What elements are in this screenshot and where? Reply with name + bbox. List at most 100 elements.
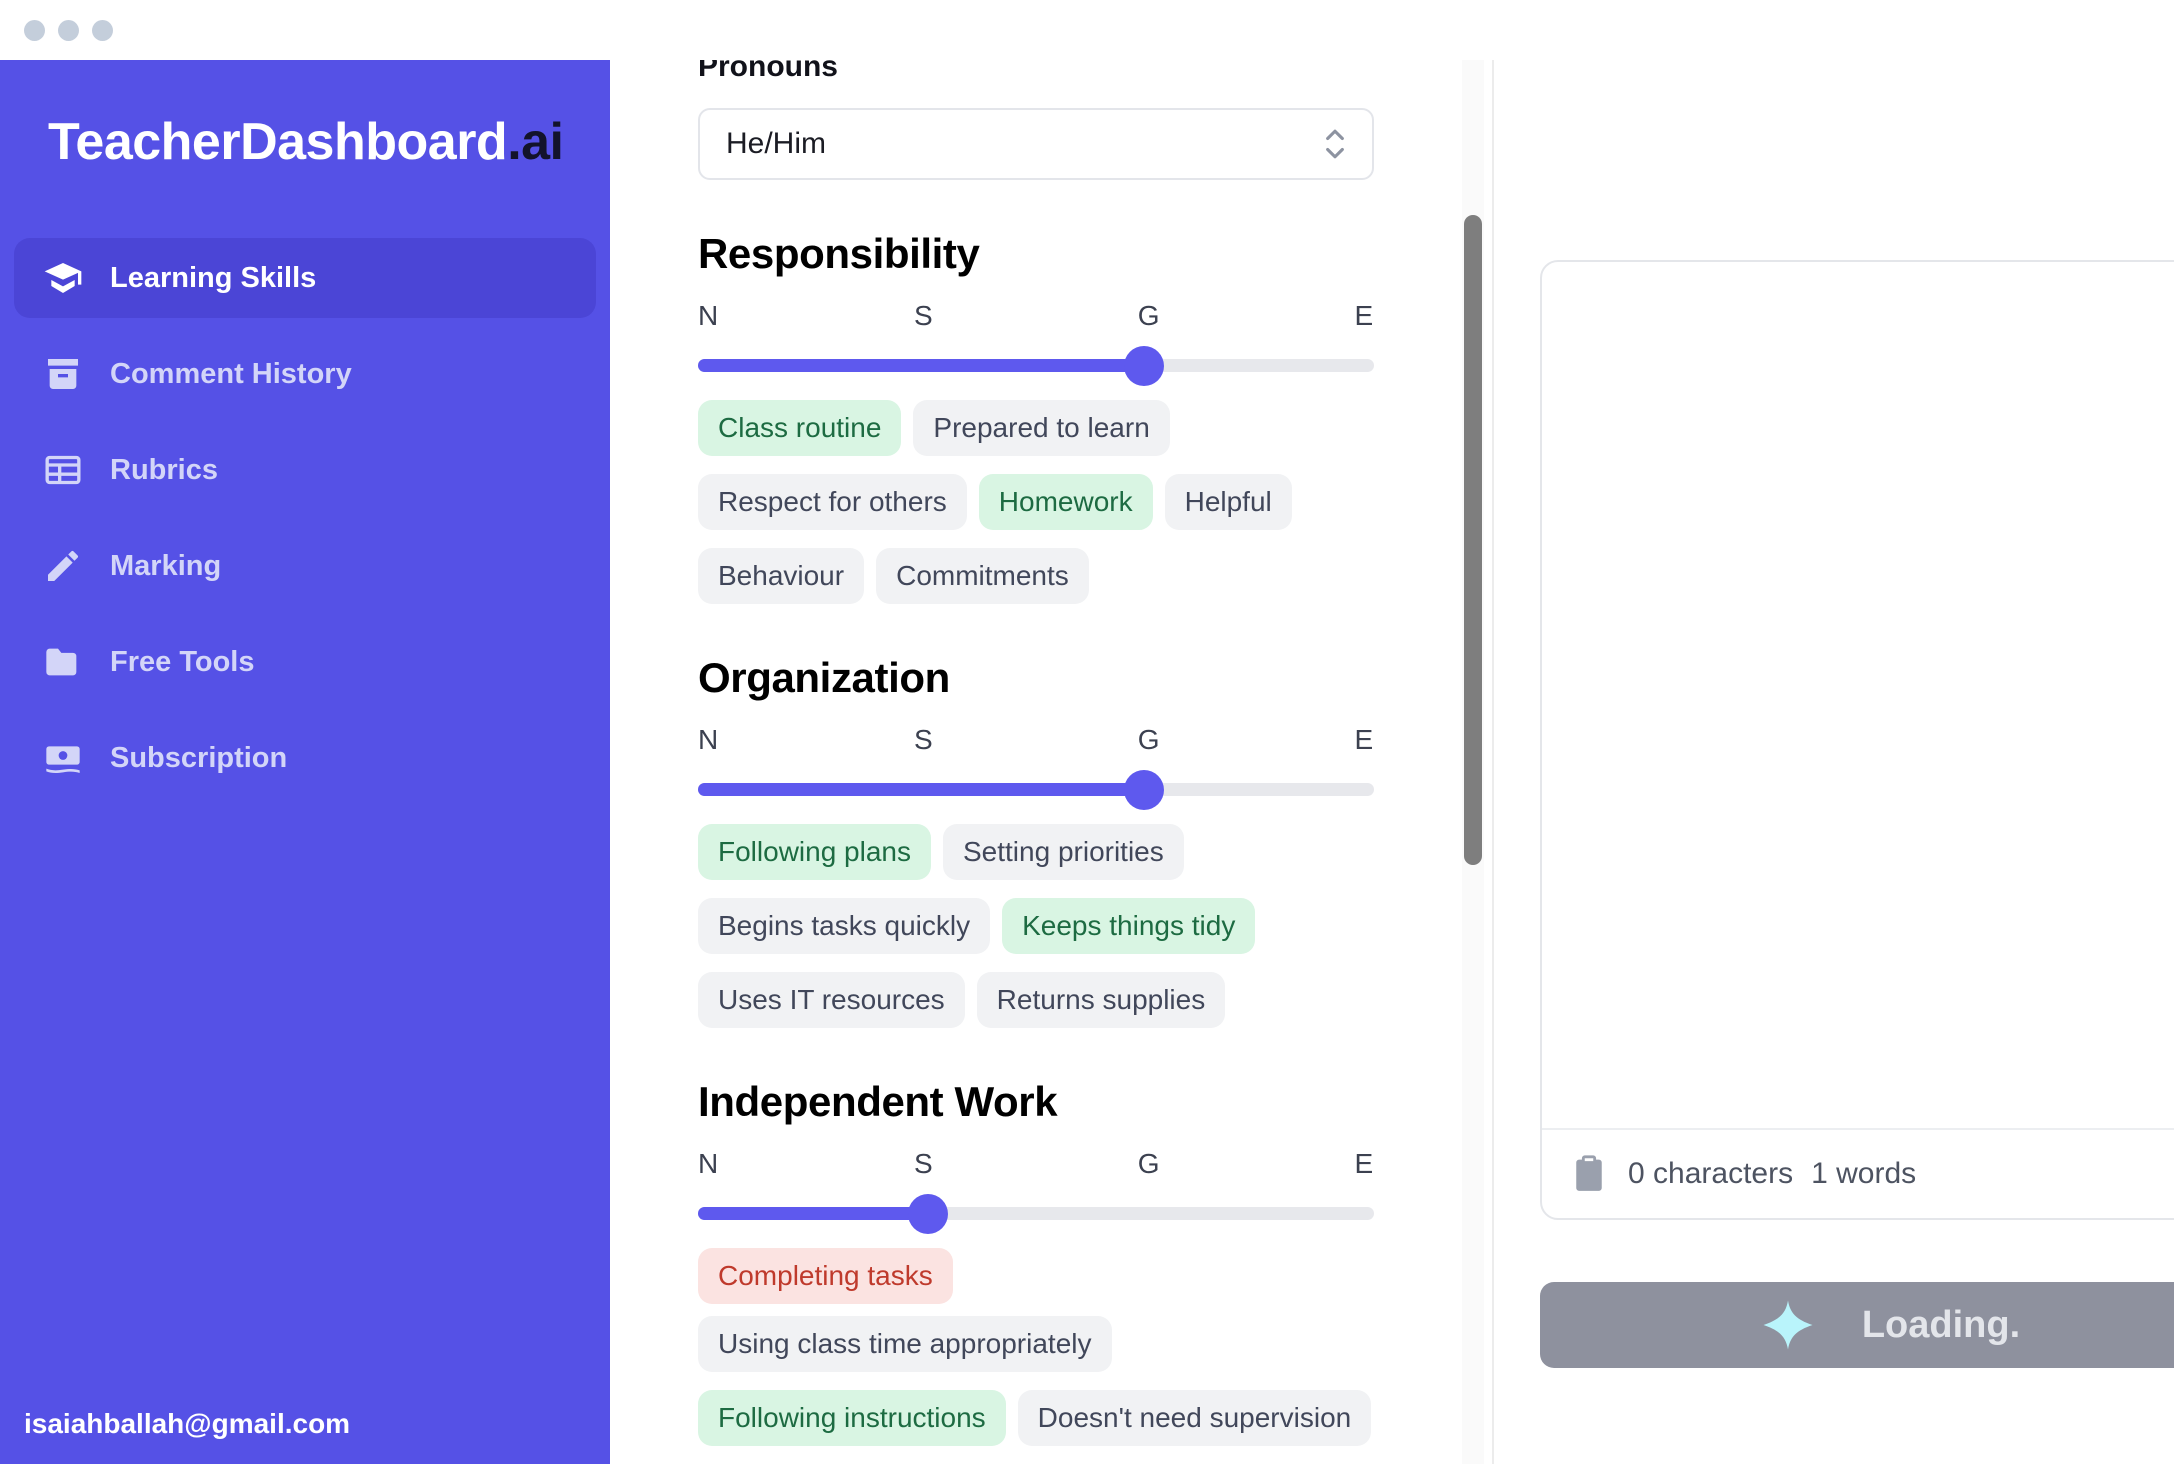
skill-tag[interactable]: Following instructions — [698, 1390, 1006, 1446]
scale-label: S — [913, 1148, 933, 1179]
sidebar-item-label: Marking — [110, 549, 222, 582]
slider-fill — [698, 1207, 928, 1220]
banknote-icon — [42, 737, 84, 779]
skill-tag[interactable]: Keeps things tidy — [1002, 898, 1256, 954]
pronouns-label: Pronouns — [698, 60, 838, 83]
skill-tag[interactable]: Homework — [978, 474, 1153, 530]
scale-label: N — [698, 724, 719, 755]
tag-row: Uses IT resources Returns supplies — [698, 972, 1374, 1028]
skill-tag[interactable]: Setting priorities — [943, 824, 1184, 880]
character-count: 0 characters — [1628, 1157, 1794, 1190]
skill-tag[interactable]: Begins tasks quickly — [698, 898, 991, 954]
scale-labels: NSGE — [698, 302, 1374, 336]
section-title: Independent Work — [698, 1078, 1058, 1125]
sidebar-item-label: Learning Skills — [110, 261, 317, 294]
tag-row: Class routine Prepared to learn — [698, 400, 1374, 456]
slider-thumb[interactable] — [907, 1194, 948, 1234]
learning-skills-form: Pronouns He/Him Responsibility N S G E Class … — [610, 60, 1462, 1464]
skill-tag[interactable]: Using class time appropriately — [698, 1316, 1112, 1372]
skill-tag[interactable]: Helpful — [1164, 474, 1292, 530]
rating-section: Responsibility N S G E Class routine Prepared … — [698, 230, 1374, 604]
tag-row: Begins tasks quickly Keeps things tidy — [698, 898, 1374, 954]
comment-stats-bar: 0 characters 1 words — [1542, 1128, 2174, 1218]
pronouns-select[interactable]: He/Him — [698, 108, 1374, 180]
slider-thumb[interactable] — [1124, 346, 1165, 386]
skill-tag[interactable]: Behaviour — [698, 548, 865, 604]
sidebar-item-rubrics[interactable]: Rubrics — [14, 430, 596, 510]
generate-button-label: Loading. — [1861, 1303, 2021, 1346]
comment-textarea[interactable] — [1542, 262, 2174, 1130]
section-title: Organization — [698, 654, 950, 701]
scale-label: E — [1354, 300, 1374, 331]
scale-labels: NSGE — [698, 1150, 1374, 1184]
comment-card: 0 characters 1 words — [1540, 260, 2174, 1220]
scale-label: S — [913, 300, 933, 331]
brand-name: TeacherDashboard — [48, 113, 508, 171]
rating-section: Organization N S G E Following plans Setting p… — [698, 654, 1374, 1028]
sidebar-item-label: Rubrics — [110, 453, 218, 486]
sidebar-item-learning-skills[interactable]: Learning Skills — [14, 238, 596, 318]
sidebar-item-comment-history[interactable]: Comment History — [14, 334, 596, 414]
minimize-button[interactable] — [58, 19, 79, 41]
rating-slider[interactable] — [698, 346, 1374, 386]
sidebar: TeacherDashboard.ai Learning Skills Comm… — [0, 60, 610, 1464]
slider-fill — [698, 783, 1145, 796]
skill-tag[interactable]: Following plans — [698, 824, 931, 880]
sidebar-item-free-tools[interactable]: Free Tools — [14, 622, 596, 702]
tag-row: Respect for others Homework Helpful — [698, 474, 1374, 530]
title-bar — [0, 0, 2174, 60]
skill-tag[interactable]: Prepared to learn — [913, 400, 1170, 456]
rating-slider[interactable] — [698, 770, 1374, 810]
comment-output-panel: 0 characters 1 words Loading. — [1494, 60, 2174, 1464]
scale-label: N — [698, 300, 719, 331]
tag-row: Following instructions Doesn't need super… — [698, 1390, 1374, 1446]
sparkle-icon — [1760, 1297, 1816, 1353]
pronouns-value: He/Him — [726, 127, 827, 160]
skill-tag[interactable]: Doesn't need supervision — [1017, 1390, 1372, 1446]
skill-tag[interactable]: Class routine — [698, 400, 902, 456]
pencil-icon — [42, 545, 84, 587]
graduation-cap-icon — [42, 257, 84, 299]
app-window: TeacherDashboard.ai Learning Skills Comm… — [0, 0, 2174, 1464]
clipboard-icon[interactable] — [1572, 1154, 1606, 1194]
sidebar-item-label: Comment History — [110, 357, 352, 390]
scale-label: G — [1137, 300, 1160, 331]
skill-tag[interactable]: Completing tasks — [698, 1248, 953, 1304]
close-button[interactable] — [24, 19, 45, 41]
skill-tag[interactable]: Uses IT resources — [698, 972, 965, 1028]
tag-row: Behaviour Commitments — [698, 548, 1374, 604]
folder-icon — [42, 641, 84, 683]
generate-comment-button[interactable]: Loading. — [1540, 1282, 2174, 1368]
slider-thumb[interactable] — [1124, 770, 1165, 810]
sidebar-nav: Learning Skills Comment History Rubrics … — [0, 238, 610, 798]
word-count: 1 words — [1811, 1157, 1917, 1190]
slider-fill — [698, 359, 1145, 372]
sidebar-item-label: Subscription — [110, 741, 288, 774]
table-grid-icon — [42, 449, 84, 491]
scale-labels: NSGE — [698, 726, 1374, 760]
scale-label: G — [1137, 1148, 1160, 1179]
skill-tag[interactable]: Returns supplies — [976, 972, 1226, 1028]
tag-row: Following plans Setting priorities — [698, 824, 1374, 880]
scale-label: N — [698, 1148, 719, 1179]
rating-slider[interactable] — [698, 1194, 1374, 1234]
skill-tag[interactable]: Commitments — [876, 548, 1089, 604]
sidebar-item-marking[interactable]: Marking — [14, 526, 596, 606]
scale-label: E — [1354, 1148, 1374, 1179]
app-logo: TeacherDashboard.ai — [0, 60, 610, 172]
section-title: Responsibility — [698, 230, 980, 277]
archive-box-icon — [42, 353, 84, 395]
scale-label: G — [1137, 724, 1160, 755]
user-email[interactable]: isaiahballah@gmail.com — [24, 1408, 350, 1440]
brand-suffix: .ai — [507, 113, 564, 171]
scale-label: E — [1354, 724, 1374, 755]
sidebar-item-subscription[interactable]: Subscription — [14, 718, 596, 798]
sidebar-item-label: Free Tools — [110, 645, 255, 678]
comment-counts: 0 characters 1 words — [1628, 1157, 1916, 1191]
chevron-updown-icon — [1324, 122, 1346, 166]
skill-tag[interactable]: Respect for others — [698, 474, 967, 530]
maximize-button[interactable] — [92, 19, 113, 41]
scale-label: S — [913, 724, 933, 755]
scrollbar-thumb[interactable] — [1464, 215, 1482, 865]
rating-section: Independent Work N S G E Completing tasks Usin… — [698, 1078, 1374, 1446]
